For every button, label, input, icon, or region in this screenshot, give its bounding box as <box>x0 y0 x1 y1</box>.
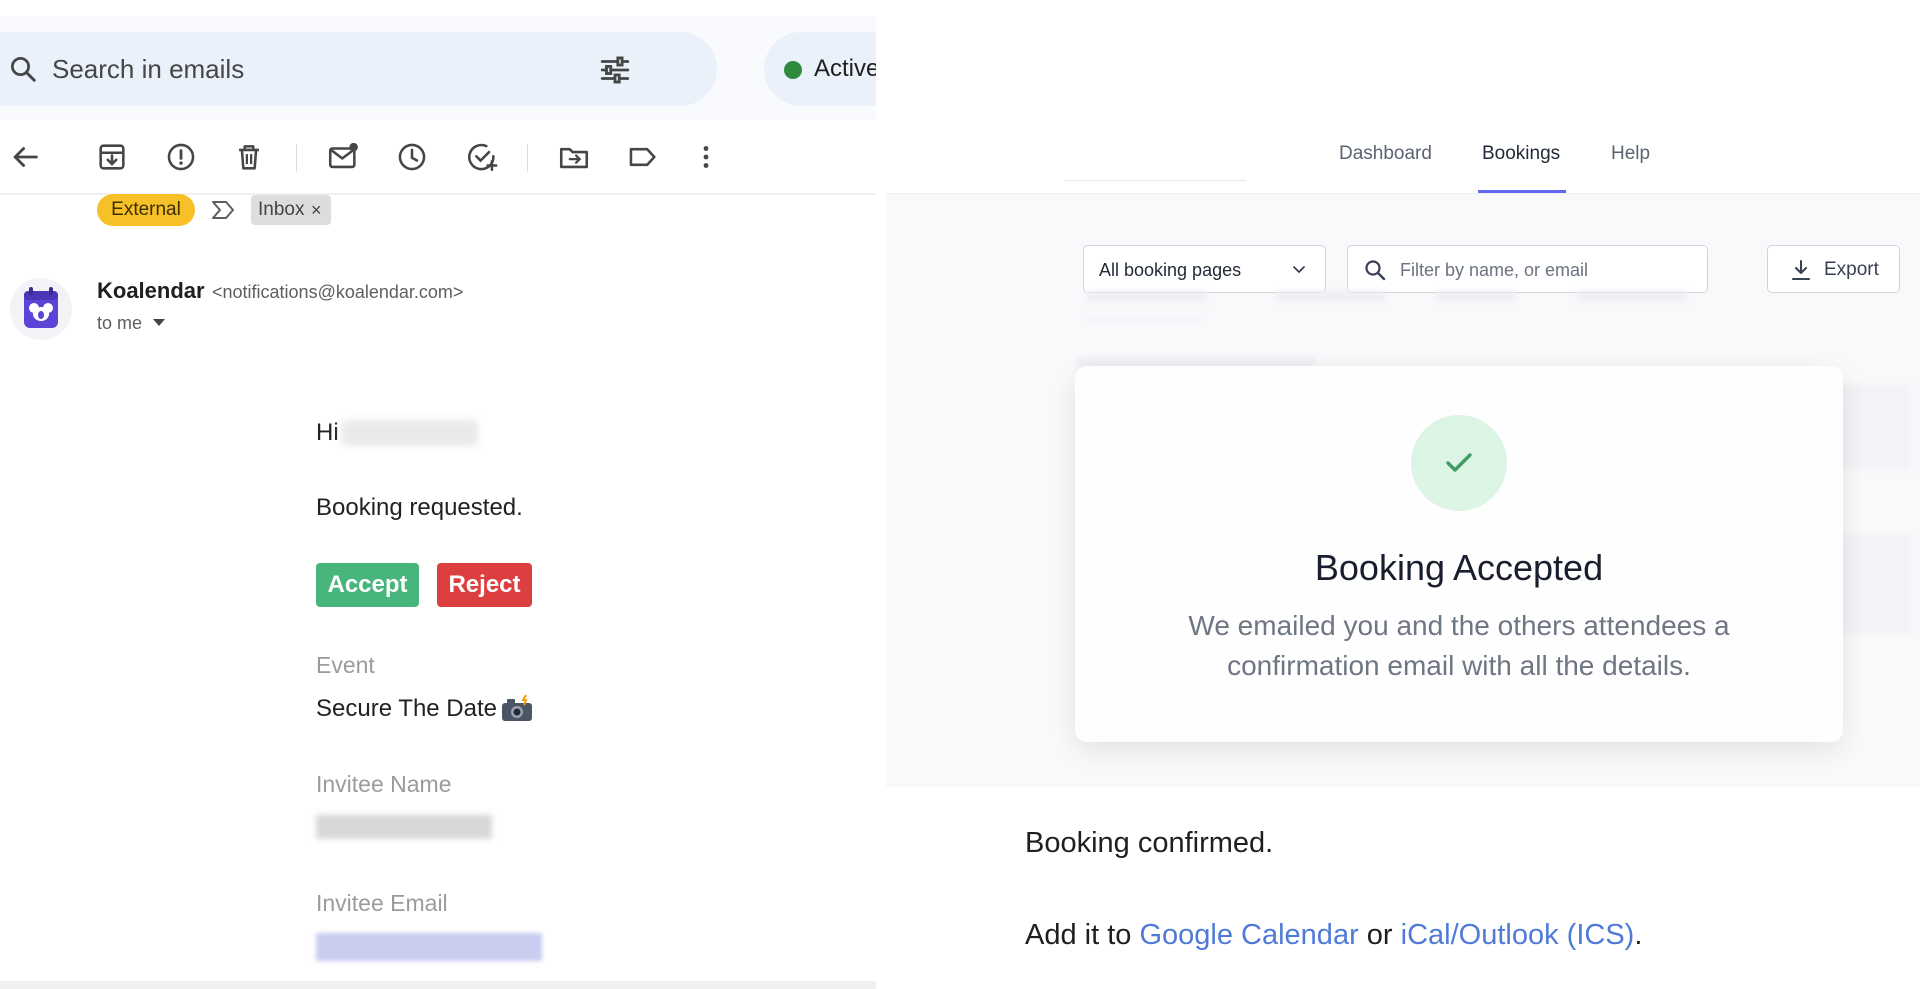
nav-bookings[interactable]: Bookings <box>1482 142 1560 166</box>
ghost-column-header <box>1436 290 1516 302</box>
event-label: Event <box>316 652 375 678</box>
header-logo-underline <box>1064 180 1246 181</box>
booking-pages-select-value: All booking pages <box>1099 260 1242 280</box>
mark-unread-icon[interactable] <box>326 140 360 174</box>
ghost-column-header <box>1276 290 1386 302</box>
report-spam-icon[interactable] <box>164 140 198 174</box>
modal-message: We emailed you and the others attendees … <box>1188 610 1730 681</box>
invitee-name-label: Invitee Name <box>316 771 452 797</box>
redacted-recipient-name <box>342 420 478 446</box>
tune-icon[interactable] <box>598 53 632 87</box>
camera-flash-icon <box>500 694 534 723</box>
invitee-email-label: Invitee Email <box>316 890 448 916</box>
nav-dashboard[interactable]: Dashboard <box>1339 142 1432 166</box>
export-button[interactable]: Export <box>1767 245 1900 293</box>
or-text: or <box>1366 919 1393 951</box>
ghost-column-header <box>1086 290 1206 302</box>
pane-divider <box>876 0 886 989</box>
booking-requested-text: Booking requested. <box>316 494 523 521</box>
search-strip: Search in emails Active <box>0 16 876 120</box>
search-input[interactable]: Search in emails <box>52 52 244 86</box>
inbox-label-chip: Inbox × <box>251 195 331 225</box>
redacted-invitee-name <box>316 815 492 839</box>
status-pill[interactable]: Active <box>764 32 876 106</box>
sender-name[interactable]: Koalendar <box>97 277 205 305</box>
status-dot-icon <box>784 61 802 79</box>
recipient-label[interactable]: to me <box>97 311 142 335</box>
filter-input-box[interactable]: Filter by name, or email <box>1347 245 1708 293</box>
check-icon <box>1441 445 1477 481</box>
ghost-tab-underline <box>1086 318 1204 320</box>
bookings-body: All booking pages Filter by name, or ema… <box>886 194 1920 787</box>
inbox-label-text: Inbox <box>258 199 305 220</box>
success-badge <box>1411 415 1507 511</box>
email-toolbar <box>0 132 876 182</box>
more-vert-icon[interactable] <box>689 140 723 174</box>
sender-avatar[interactable] <box>10 278 72 340</box>
move-to-icon[interactable] <box>557 140 591 174</box>
booking-confirmed-text: Booking confirmed. <box>1025 827 1274 859</box>
external-label-chip: External <box>97 194 195 226</box>
booking-app-pane: Dashboard Bookings Help All booking page… <box>886 0 1920 989</box>
toolbar-divider <box>527 144 528 172</box>
search-icon <box>1363 258 1387 282</box>
chevron-down-icon <box>1290 260 1308 278</box>
importance-marker-icon[interactable] <box>210 198 236 222</box>
add-prefix-text: Add it to <box>1025 919 1132 951</box>
redacted-invitee-email[interactable] <box>316 933 542 961</box>
caret-down-icon[interactable] <box>153 319 165 326</box>
filter-input[interactable]: Filter by name, or email <box>1400 258 1588 282</box>
search-bar[interactable]: Search in emails <box>0 32 717 106</box>
status-label: Active <box>814 55 876 82</box>
toolbar-divider <box>296 144 297 172</box>
ghost-column-header <box>1576 290 1686 302</box>
accept-button[interactable]: Accept <box>316 563 419 607</box>
booking-pages-select[interactable]: All booking pages <box>1083 245 1326 293</box>
app-header: Dashboard Bookings Help <box>886 0 1920 194</box>
reject-button[interactable]: Reject <box>437 563 532 607</box>
search-icon[interactable] <box>8 54 38 84</box>
nav-help[interactable]: Help <box>1611 142 1650 166</box>
sender-email: <notifications@koalendar.com> <box>212 282 464 302</box>
modal-title: Booking Accepted <box>1314 547 1604 588</box>
snooze-icon[interactable] <box>395 140 429 174</box>
add-task-icon[interactable] <box>465 140 499 174</box>
remove-label-icon[interactable]: × <box>311 195 322 225</box>
label-icon[interactable] <box>626 140 660 174</box>
email-client-pane: Search in emails Active External Inbox ×… <box>0 0 876 989</box>
delete-icon[interactable] <box>232 140 266 174</box>
greeting-text: Hi <box>316 419 339 446</box>
ical-outlook-link[interactable]: iCal/Outlook (ICS) <box>1401 919 1635 951</box>
google-calendar-link[interactable]: Google Calendar <box>1139 919 1358 951</box>
period-text: . <box>1634 919 1643 951</box>
event-value: Secure The Date <box>316 695 497 722</box>
add-to-calendar-line: Add it to Google Calendar or iCal/Outloo… <box>1025 917 1642 953</box>
back-arrow-icon[interactable] <box>8 140 42 174</box>
bottom-divider <box>0 981 876 989</box>
download-icon <box>1790 258 1812 282</box>
booking-accepted-modal: Booking Accepted We emailed you and the … <box>1075 366 1843 742</box>
archive-icon[interactable] <box>95 140 129 174</box>
export-label: Export <box>1824 259 1879 280</box>
